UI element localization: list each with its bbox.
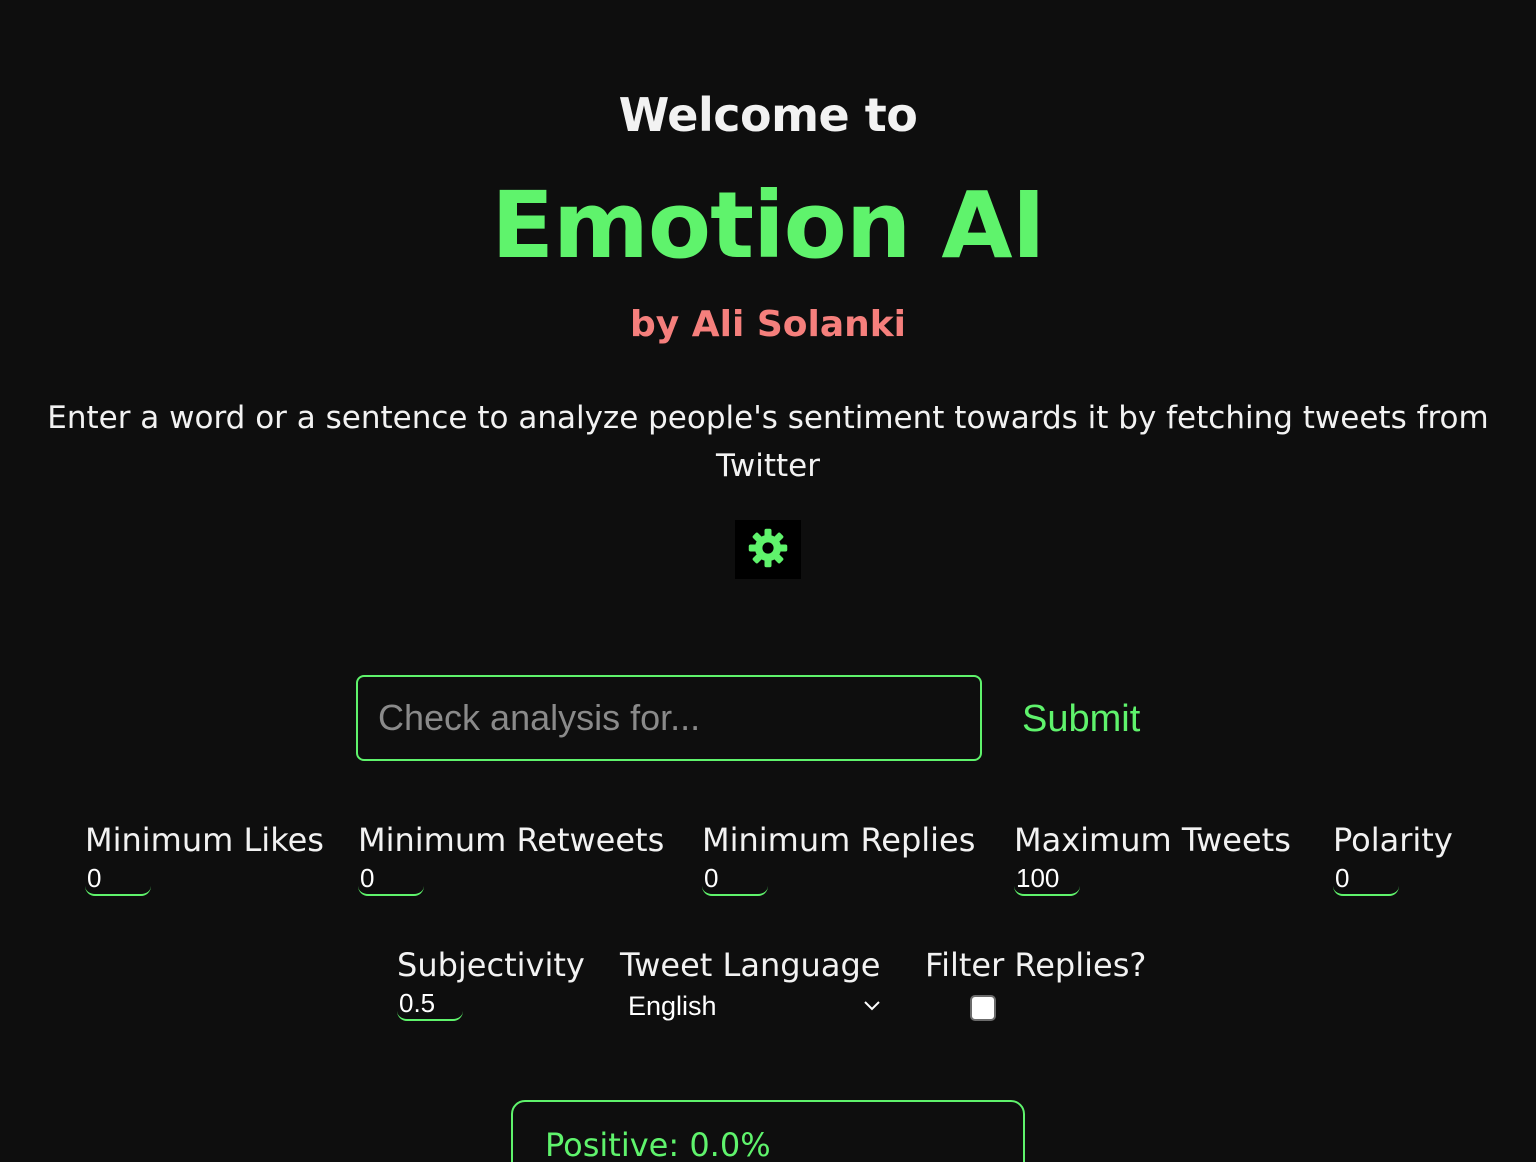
settings-button[interactable]: [735, 520, 801, 579]
page: Welcome to Emotion AI by Ali Solanki Ent…: [0, 0, 1536, 1162]
polarity-input[interactable]: [1333, 862, 1399, 896]
language-label: Tweet Language: [620, 946, 881, 984]
filter-subjectivity: Subjectivity: [397, 945, 585, 1021]
app-title: Emotion AI: [491, 172, 1046, 279]
author-byline: by Ali Solanki: [629, 304, 907, 345]
filter-language: Tweet Language English: [620, 945, 882, 1025]
filter-replies: Filter Replies?: [925, 945, 1146, 1021]
welcome-heading: Welcome to: [618, 88, 918, 142]
subjectivity-input[interactable]: [397, 987, 463, 1021]
filter-polarity: Polarity: [1333, 820, 1453, 896]
results-panel: Positive: 0.0%: [511, 1100, 1025, 1162]
positive-percentage: Positive: 0.0%: [545, 1126, 771, 1162]
filter-max-tweets: Maximum Tweets: [1014, 820, 1291, 896]
gear-icon: [747, 527, 789, 573]
filter-replies-checkbox[interactable]: [970, 995, 996, 1021]
page-description: Enter a word or a sentence to analyze pe…: [47, 400, 1489, 484]
submit-button[interactable]: Submit: [1006, 698, 1156, 741]
polarity-label: Polarity: [1333, 821, 1453, 859]
min-likes-label: Minimum Likes: [85, 821, 324, 859]
min-replies-input[interactable]: [702, 862, 768, 896]
max-tweets-label: Maximum Tweets: [1014, 821, 1291, 859]
filter-min-likes: Minimum Likes: [85, 820, 324, 896]
max-tweets-input[interactable]: [1014, 862, 1080, 896]
min-replies-label: Minimum Replies: [702, 821, 976, 859]
language-selected-value: English: [628, 990, 717, 1021]
min-retweets-input[interactable]: [358, 862, 424, 896]
min-retweets-label: Minimum Retweets: [358, 821, 665, 859]
search-input[interactable]: [356, 675, 982, 761]
chevron-down-icon: [862, 997, 882, 1016]
language-select[interactable]: English: [620, 987, 882, 1025]
min-likes-input[interactable]: [85, 862, 151, 896]
filter-min-replies: Minimum Replies: [702, 820, 975, 896]
filter-min-retweets: Minimum Retweets: [358, 820, 664, 896]
filter-replies-label: Filter Replies?: [925, 946, 1147, 984]
subjectivity-label: Subjectivity: [397, 946, 585, 984]
